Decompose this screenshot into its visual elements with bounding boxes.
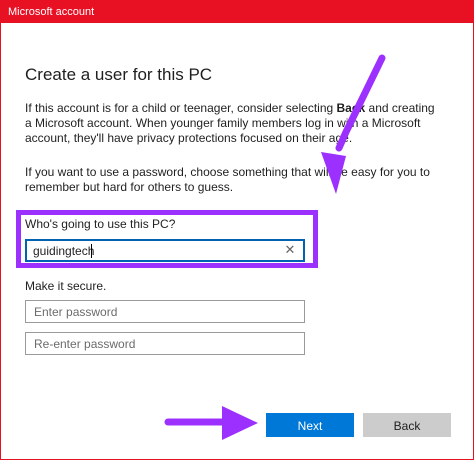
- info-text-start: If this account is for a child or teenag…: [25, 101, 337, 115]
- title-bar: Microsoft account: [1, 1, 474, 23]
- reenter-password-placeholder: Re-enter password: [34, 337, 136, 351]
- info-paragraph: If this account is for a child or teenag…: [25, 101, 435, 146]
- dialog-content: Create a user for this PC If this accoun…: [1, 23, 474, 461]
- dialog-window: Microsoft account Create a user for this…: [0, 0, 474, 460]
- password-placeholder: Enter password: [34, 305, 118, 319]
- page-title: Create a user for this PC: [25, 65, 213, 84]
- next-button[interactable]: Next: [266, 413, 354, 437]
- password-advice-paragraph: If you want to use a password, choose so…: [25, 165, 430, 194]
- annotation-highlight-box: [16, 210, 318, 268]
- secure-label: Make it secure.: [25, 279, 107, 293]
- back-button[interactable]: Back: [363, 413, 451, 437]
- info-text-bold: Back: [336, 101, 366, 115]
- reenter-password-input[interactable]: Re-enter password: [25, 332, 305, 355]
- password-input[interactable]: Enter password: [25, 300, 305, 323]
- window-title: Microsoft account: [8, 6, 95, 18]
